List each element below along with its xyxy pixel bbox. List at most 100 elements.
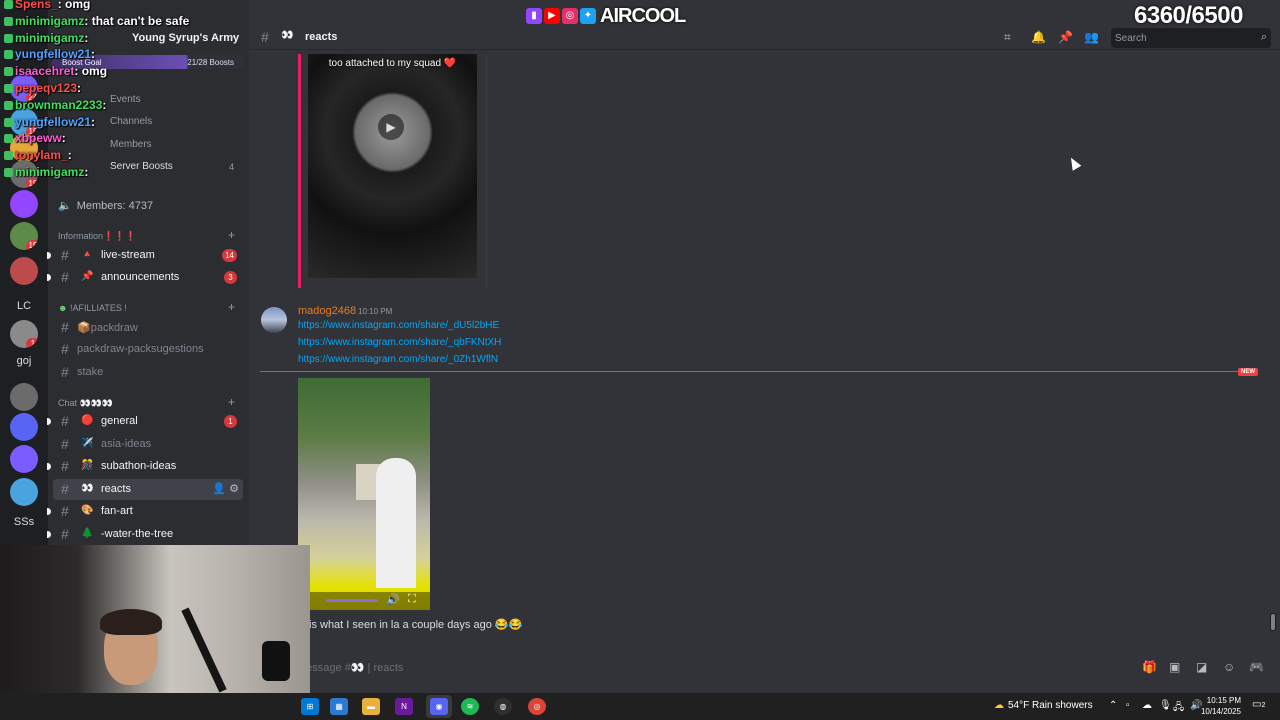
volume-icon[interactable]: 🔊	[386, 593, 400, 606]
spotify-icon[interactable]: ≋	[461, 698, 479, 715]
search-box[interactable]: ⌕	[1111, 28, 1271, 48]
stream-chat-user: xbpeww	[15, 131, 62, 146]
video-attachment[interactable]: 🔊 ⛶	[298, 378, 430, 610]
server-icon[interactable]: LC	[10, 292, 38, 320]
channel-stake[interactable]: # stake	[53, 362, 243, 383]
category-affiliates[interactable]: ☻ !AFILLIATES !	[58, 303, 127, 313]
microphone	[262, 641, 290, 681]
stream-chat-user: yungfellow21	[15, 47, 92, 62]
notification-icon[interactable]: ▭2	[1252, 699, 1265, 710]
avatar[interactable]	[261, 307, 287, 333]
invite-icon[interactable]: 👤	[212, 483, 226, 495]
mention-badge: 3	[224, 271, 237, 284]
channel-live-stream[interactable]: # 🔺 live-stream 14	[47, 245, 243, 266]
stream-chat-line: yungfellow21:	[4, 47, 95, 61]
stream-chat-separator: :	[67, 148, 72, 163]
category-information[interactable]: Information❗❗❗	[58, 231, 137, 242]
bell-icon[interactable]: 🔔	[1031, 30, 1046, 44]
category-chat[interactable]: Chat 👀👀👀	[58, 398, 113, 409]
channel-name: subathon-ideas	[101, 460, 177, 472]
hash-icon: #	[61, 319, 69, 335]
channel-asia-ideas[interactable]: # ✈️ asia-ideas	[53, 434, 243, 455]
message-link[interactable]: https://www.instagram.com/share/_0Zh1Wfl…	[298, 354, 498, 365]
discord-icon[interactable]: ◉	[430, 698, 448, 715]
server-icon[interactable]	[10, 445, 38, 473]
folder-icon[interactable]: ▬	[362, 698, 380, 715]
stream-chat-user: minimigamz	[15, 165, 85, 179]
chat-badge-icon	[4, 100, 13, 110]
clock-date[interactable]: 10/14/2025	[1198, 707, 1241, 716]
gear-icon[interactable]: ⚙	[229, 483, 239, 495]
video-progress-bar[interactable]	[326, 599, 378, 602]
server-icon[interactable]: goj	[10, 347, 38, 375]
clock-time[interactable]: 10:15 PM	[1205, 696, 1241, 705]
onedrive-icon[interactable]: ☁	[1142, 700, 1152, 711]
channel-fan-art[interactable]: # 🎨 fan-art	[47, 501, 243, 522]
message-link[interactable]: https://www.instagram.com/share/_qbFKNtX…	[298, 337, 501, 348]
server-icon[interactable]	[10, 190, 38, 218]
chat-badge-icon	[4, 16, 13, 26]
chrome-icon[interactable]: ◎	[528, 698, 546, 715]
message-composer[interactable]: 🎁 ▣ ◪ ☺ 🎮	[249, 652, 1280, 685]
hash-icon: #	[61, 526, 69, 542]
obs-icon[interactable]: ◍	[494, 698, 512, 715]
channel-packdraw[interactable]: # 📦packdraw	[53, 317, 243, 338]
channel-name: packdraw-packsugestions	[77, 343, 204, 355]
server-icon[interactable]: 1	[10, 320, 38, 348]
server-icon[interactable]	[10, 413, 38, 441]
fullscreen-icon[interactable]: ⛶	[408, 593, 416, 606]
stream-chat-line: Spens_: omg	[4, 0, 90, 11]
new-messages-badge: NEW	[1238, 368, 1258, 376]
message-author[interactable]: madog2468	[298, 305, 356, 317]
channel-name: -water-the-tree	[101, 528, 174, 540]
embed-border	[486, 54, 487, 288]
message-input[interactable]	[297, 656, 1157, 680]
sticker-icon[interactable]: ◪	[1196, 660, 1207, 674]
gift-icon[interactable]: 🎁	[1142, 660, 1157, 674]
channel-name: announcements	[101, 271, 180, 283]
channel-emoji: 🎨	[81, 505, 94, 516]
chat-badge-icon	[4, 50, 13, 60]
search-input[interactable]	[1115, 28, 1245, 48]
emoji-icon[interactable]: ☺	[1223, 660, 1235, 674]
members-count-row[interactable]: 🔈 Members: 4737	[58, 199, 153, 212]
pin-icon[interactable]: 📌	[1058, 30, 1073, 44]
channel-announcements[interactable]: # 📌 announcements 3	[47, 267, 243, 288]
add-channel-icon[interactable]: +	[228, 228, 235, 242]
channel-packdraw-packsugestions[interactable]: # packdraw-packsugestions	[53, 339, 243, 360]
server-icon[interactable]	[10, 478, 38, 506]
chevron-up-icon[interactable]: ⌃	[1109, 700, 1117, 711]
channel-settings-icons[interactable]: 👤 ⚙	[212, 482, 239, 495]
message-link[interactable]: https://www.instagram.com/share/_dU5l2bH…	[298, 320, 499, 331]
channel-title: reacts	[305, 31, 338, 43]
add-channel-icon[interactable]: +	[228, 300, 235, 314]
channel-name: live-stream	[101, 249, 155, 261]
channel-name: stake	[77, 366, 104, 378]
chat-badge-icon	[4, 0, 13, 9]
add-channel-icon[interactable]: +	[228, 395, 235, 409]
threads-icon[interactable]: ⌗	[1004, 30, 1011, 45]
weather-widget[interactable]: ☁ 54°F Rain showers	[994, 700, 1093, 711]
scrollbar-thumb[interactable]	[1271, 614, 1275, 630]
network-icon[interactable]: 🖧	[1173, 700, 1184, 717]
server-icon[interactable]: SSs	[10, 508, 38, 536]
server-icon[interactable]	[10, 383, 38, 411]
channel-water-the-tree[interactable]: # 🌲 -water-the-tree	[47, 524, 243, 545]
server-icon[interactable]	[10, 257, 38, 285]
members-icon[interactable]: 👥	[1084, 30, 1099, 44]
channel-reacts[interactable]: # 👀 reacts 👤 ⚙	[53, 479, 243, 500]
channel-general[interactable]: # 🔴 general 1	[47, 411, 243, 432]
channel-subathon-ideas[interactable]: # 🎊 subathon-ideas	[47, 456, 243, 477]
start-icon[interactable]: ⊞	[301, 698, 319, 715]
gif-icon[interactable]: ▣	[1169, 660, 1180, 674]
video-embed[interactable]: too attached to my squad ❤️ ▶	[298, 54, 488, 288]
app-launcher-icon[interactable]: 🎮	[1249, 660, 1264, 674]
stream-chat-user: pepeqv123	[15, 81, 78, 95]
mic-icon[interactable]: 🎙	[1159, 700, 1172, 711]
stream-chat-line: brownman2233:	[4, 98, 106, 112]
tray-app-icon[interactable]: ▫	[1126, 700, 1130, 711]
play-icon[interactable]: ▶	[378, 114, 404, 140]
server-icon[interactable]: 15	[10, 222, 38, 250]
nzxt-icon[interactable]: N	[395, 698, 413, 715]
store-icon[interactable]: ▦	[330, 698, 348, 715]
